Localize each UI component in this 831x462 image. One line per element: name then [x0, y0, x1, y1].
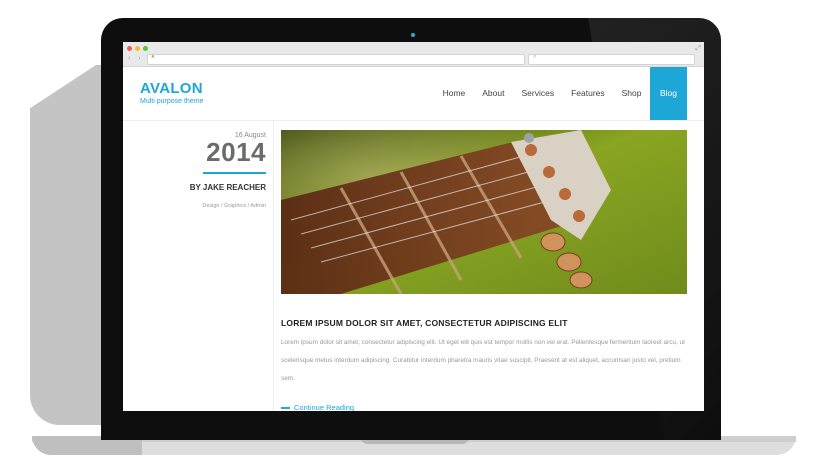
dash-icon: [281, 407, 290, 410]
content-divider: [273, 120, 274, 411]
guitar-headstock-photo: [281, 130, 687, 294]
nav-about[interactable]: About: [474, 67, 513, 120]
nav-home[interactable]: Home: [434, 67, 474, 120]
site-tagline: Multi purpose theme: [140, 98, 204, 105]
tag-separator: /: [221, 203, 223, 209]
laptop-screen: ‹ › ● ⌕ ⤢ AVALON Multi purpose theme Hom…: [123, 42, 704, 411]
minimize-window-button[interactable]: [135, 46, 140, 51]
post-author[interactable]: BY JAKE REACHER: [123, 183, 266, 192]
tag-link[interactable]: Graphics: [224, 203, 246, 209]
meta-divider: [203, 172, 266, 174]
secure-lock-icon: ●: [151, 54, 155, 60]
browser-search-input[interactable]: ⌕: [528, 54, 695, 65]
tag-link[interactable]: Admin: [250, 203, 266, 209]
address-bar[interactable]: ●: [147, 54, 525, 65]
post-excerpt: Lorem ipsum dolor sit amet, consectetur …: [281, 339, 685, 382]
close-window-button[interactable]: [127, 46, 132, 51]
nav-shop[interactable]: Shop: [613, 67, 650, 120]
camera-icon: [411, 33, 415, 37]
fullscreen-icon[interactable]: ⤢: [695, 45, 701, 53]
post-year: 2014: [206, 137, 266, 167]
main-nav: Home About Services Features Shop Blog: [434, 67, 687, 120]
site-header: AVALON Multi purpose theme Home About Se…: [123, 67, 704, 121]
site-logo[interactable]: AVALON: [140, 80, 203, 97]
tag-separator: /: [247, 203, 250, 209]
maximize-window-button[interactable]: [143, 46, 148, 51]
continue-reading-label: Continue Reading: [294, 403, 355, 411]
continue-reading-link[interactable]: Continue Reading: [281, 403, 354, 411]
post-featured-image[interactable]: [281, 130, 687, 294]
tag-link[interactable]: Design: [202, 203, 219, 209]
nav-services[interactable]: Services: [513, 67, 563, 120]
nav-features[interactable]: Features: [563, 67, 614, 120]
post-title[interactable]: LOREM IPSUM DOLOR SIT AMET, CONSECTETUR …: [281, 318, 568, 328]
nav-blog[interactable]: Blog: [649, 67, 687, 120]
post-meta: 16 August 2014 BY JAKE REACHER Design / …: [123, 132, 266, 209]
search-icon: ⌕: [533, 54, 537, 60]
post-tags: Design / Graphics / Admin: [123, 203, 266, 209]
back-forward-icons[interactable]: ‹ ›: [128, 55, 144, 62]
browser-chrome: ‹ › ● ⌕ ⤢: [123, 42, 704, 67]
